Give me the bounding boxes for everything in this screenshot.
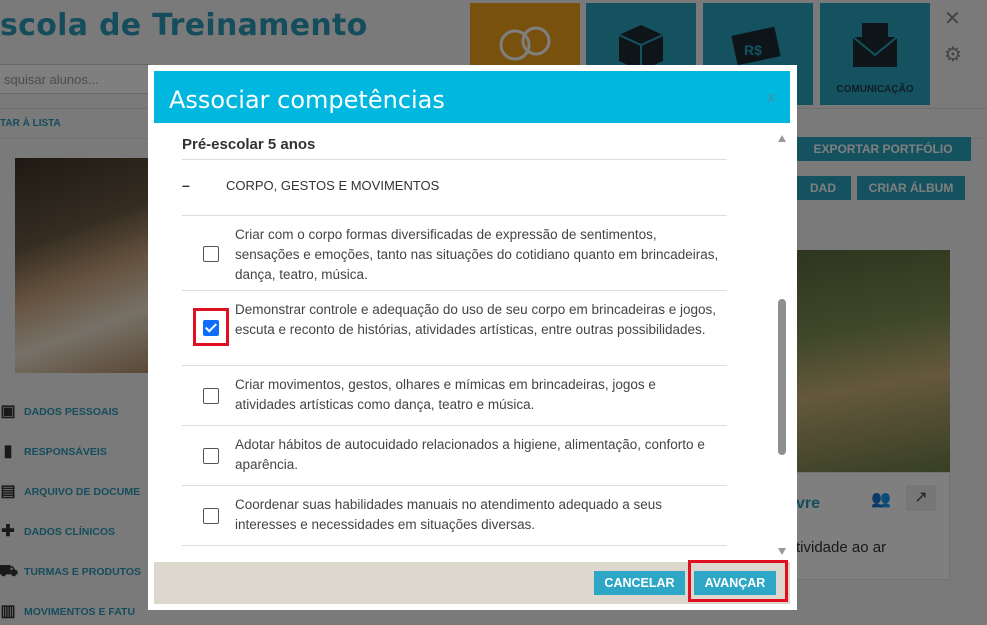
modal-close-button[interactable]: x bbox=[768, 89, 776, 106]
scroll-thumb[interactable] bbox=[778, 299, 786, 455]
competency-text: Adotar hábitos de autocuidado relacionad… bbox=[235, 437, 705, 472]
associate-competencies-modal: Associar competências x Pré-escolar 5 an… bbox=[148, 65, 797, 610]
competency-checkbox[interactable] bbox=[203, 320, 219, 336]
group-title: Pré-escolar 5 anos bbox=[182, 136, 316, 153]
competency-text: Criar com o corpo formas diversificadas … bbox=[235, 227, 719, 282]
collapse-toggle-icon[interactable]: – bbox=[182, 177, 200, 193]
scroll-up-icon[interactable] bbox=[778, 135, 786, 142]
competency-item[interactable]: Criar movimentos, gestos, olhares e mími… bbox=[182, 366, 727, 426]
subgroup-label: CORPO, GESTOS E MOVIMENTOS bbox=[226, 178, 440, 193]
competency-checkbox[interactable] bbox=[203, 448, 219, 464]
subgroup-header[interactable]: – CORPO, GESTOS E MOVIMENTOS bbox=[182, 177, 439, 193]
competency-item[interactable]: Coordenar suas habilidades manuais no at… bbox=[182, 486, 727, 546]
competency-text: Coordenar suas habilidades manuais no at… bbox=[235, 497, 663, 532]
scrollbar[interactable] bbox=[777, 135, 787, 555]
scroll-down-icon[interactable] bbox=[778, 548, 786, 555]
competency-item[interactable]: Demonstrar controle e adequação do uso d… bbox=[182, 291, 727, 366]
next-button[interactable]: AVANÇAR bbox=[694, 571, 776, 595]
modal-header: Associar competências x bbox=[154, 71, 790, 123]
competency-checkbox[interactable] bbox=[203, 246, 219, 262]
modal-title: Associar competências bbox=[169, 86, 445, 114]
competency-text: Demonstrar controle e adequação do uso d… bbox=[235, 302, 717, 337]
competency-text: Criar movimentos, gestos, olhares e mími… bbox=[235, 377, 656, 412]
divider bbox=[182, 159, 727, 160]
competency-checkbox[interactable] bbox=[203, 508, 219, 524]
competency-item[interactable]: Adotar hábitos de autocuidado relacionad… bbox=[182, 426, 727, 486]
modal-body: Pré-escolar 5 anos – CORPO, GESTOS E MOVI… bbox=[154, 123, 790, 561]
cancel-button[interactable]: CANCELAR bbox=[594, 571, 685, 595]
competency-checkbox[interactable] bbox=[203, 388, 219, 404]
modal-footer: CANCELAR AVANÇAR bbox=[154, 560, 790, 604]
competency-item[interactable]: Criar com o corpo formas diversificadas … bbox=[182, 216, 727, 291]
